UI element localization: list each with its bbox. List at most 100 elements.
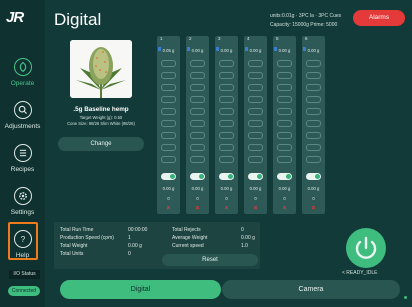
lane-slot	[248, 120, 263, 127]
lane-slot	[219, 156, 234, 163]
lane-number: 1	[160, 36, 163, 41]
tab-digital[interactable]: Digital	[60, 280, 221, 299]
lane-weight: 0.00 g	[278, 48, 291, 53]
lane-slot	[277, 84, 292, 91]
sidebar-item-label: Help	[15, 252, 30, 259]
stat-label: Production Speed (cpm)	[60, 235, 114, 241]
stat-label: Total Run Time	[60, 227, 94, 233]
page-title: Digital	[54, 10, 102, 29]
lane-slot	[306, 72, 321, 79]
lane-reject-icon[interactable]: ⊠	[157, 205, 180, 211]
power-icon	[355, 236, 377, 259]
power-button[interactable]	[346, 228, 386, 268]
lane-slot	[248, 144, 263, 151]
stat-value: 1	[128, 235, 131, 241]
question-icon: ?	[13, 230, 32, 248]
reset-button[interactable]: Reset	[162, 254, 258, 266]
stat-label: Current speed	[172, 243, 204, 249]
lane-slot	[248, 132, 263, 139]
lane-count: 0	[167, 196, 170, 201]
lane-slot	[219, 144, 234, 151]
lane-slot	[190, 84, 205, 91]
lane-column: 6 0.00 g 0.00 g 0 ⊠	[302, 36, 325, 214]
io-status-button[interactable]: I/O Status	[9, 270, 40, 279]
lane-reject-icon[interactable]: ⊠	[273, 205, 296, 211]
lane-slot	[277, 156, 292, 163]
lane-column: 5 0.00 g 0.00 g 0 ⊠	[273, 36, 296, 214]
product-cone-size: Cone Size: 98/26 Slim White (98/26)	[67, 121, 135, 126]
lane-slot	[219, 132, 234, 139]
lane-slot	[248, 96, 263, 103]
lane-count: 0	[283, 196, 286, 201]
tab-camera[interactable]: Camera	[222, 280, 400, 299]
lane-slot	[219, 120, 234, 127]
gear-icon	[13, 187, 32, 205]
sidebar: JR Operate Adjustments Recipes Settings …	[0, 0, 45, 307]
lane-number: 3	[218, 36, 221, 41]
lane-weight: 0.00 g	[307, 48, 320, 53]
lane-slot	[219, 84, 234, 91]
lane-column: 3 0.00 g 0.00 g 0 ⊠	[215, 36, 238, 214]
connection-badge: Connected	[8, 286, 40, 296]
sidebar-item-label: Settings	[10, 209, 35, 216]
lane-total-weight: 0.00 g	[307, 186, 320, 191]
lane-toggle[interactable]	[277, 173, 292, 180]
stat-label: Total Rejects	[172, 227, 201, 233]
lane-slot	[306, 60, 321, 67]
lane-slot	[306, 108, 321, 115]
product-target-weight: Target Weight (g): 0.50	[79, 115, 123, 120]
sidebar-item-adjustments[interactable]: Adjustments	[2, 101, 43, 141]
product-name: .5g Baseline hemp	[73, 106, 129, 113]
lane-slot	[219, 108, 234, 115]
lane-total-weight: 0.00 g	[278, 186, 291, 191]
lane-toggle[interactable]	[161, 173, 176, 180]
sidebar-item-label: Adjustments	[4, 123, 41, 130]
lane-toggle[interactable]	[219, 173, 234, 180]
capacity-text: Capacity: 15000g Prime: 5000	[270, 22, 338, 28]
sidebar-item-label: Recipes	[10, 166, 35, 173]
lane-slot	[248, 72, 263, 79]
lane-number: 2	[189, 36, 192, 41]
lane-slot	[306, 96, 321, 103]
stat-value: 0.00 g	[128, 243, 142, 249]
lane-count: 0	[254, 196, 257, 201]
lane-reject-icon[interactable]: ⊠	[302, 205, 325, 211]
lane-slot	[306, 84, 321, 91]
lane-total-weight: 0.00 g	[191, 186, 204, 191]
sidebar-item-operate[interactable]: Operate	[2, 58, 43, 98]
lane-toggle[interactable]	[306, 173, 321, 180]
stat-value: 1.0	[241, 243, 248, 249]
lane-slot	[161, 96, 176, 103]
stat-value: 0	[128, 251, 131, 257]
alarms-button[interactable]: Alarms	[353, 10, 405, 26]
lane-slot	[161, 120, 176, 127]
lane-slot	[248, 60, 263, 67]
lane-slot	[190, 60, 205, 67]
sidebar-item-settings[interactable]: Settings	[2, 187, 43, 227]
lane-slot	[161, 108, 176, 115]
lane-reject-icon[interactable]: ⊠	[244, 205, 267, 211]
change-button[interactable]: Change	[58, 137, 144, 151]
app-logo: JR	[6, 9, 24, 26]
lane-column: 1 0.05 g 0.00 g 0 ⊠	[157, 36, 180, 214]
lane-slot	[277, 60, 292, 67]
lane-weight: 0.05 g	[162, 48, 175, 53]
sidebar-item-recipes[interactable]: Recipes	[2, 144, 43, 184]
svg-text:?: ?	[20, 235, 25, 244]
lane-total-weight: 0.00 g	[220, 186, 233, 191]
stat-value: 0	[241, 227, 244, 233]
lane-slot	[277, 72, 292, 79]
lane-reject-icon[interactable]: ⊠	[215, 205, 238, 211]
lane-slot	[190, 72, 205, 79]
sidebar-item-help[interactable]: ? Help	[2, 230, 43, 270]
lane-toggle[interactable]	[190, 173, 205, 180]
lane-toggle[interactable]	[248, 173, 263, 180]
lane-slot	[190, 108, 205, 115]
lane-slot	[190, 96, 205, 103]
lane-slot	[161, 72, 176, 79]
lane-slot	[190, 132, 205, 139]
product-panel: .5g Baseline hemp Target Weight (g): 0.5…	[54, 34, 148, 214]
lane-slot	[277, 120, 292, 127]
lane-reject-icon[interactable]: ⊠	[186, 205, 209, 211]
lane-slot	[277, 108, 292, 115]
